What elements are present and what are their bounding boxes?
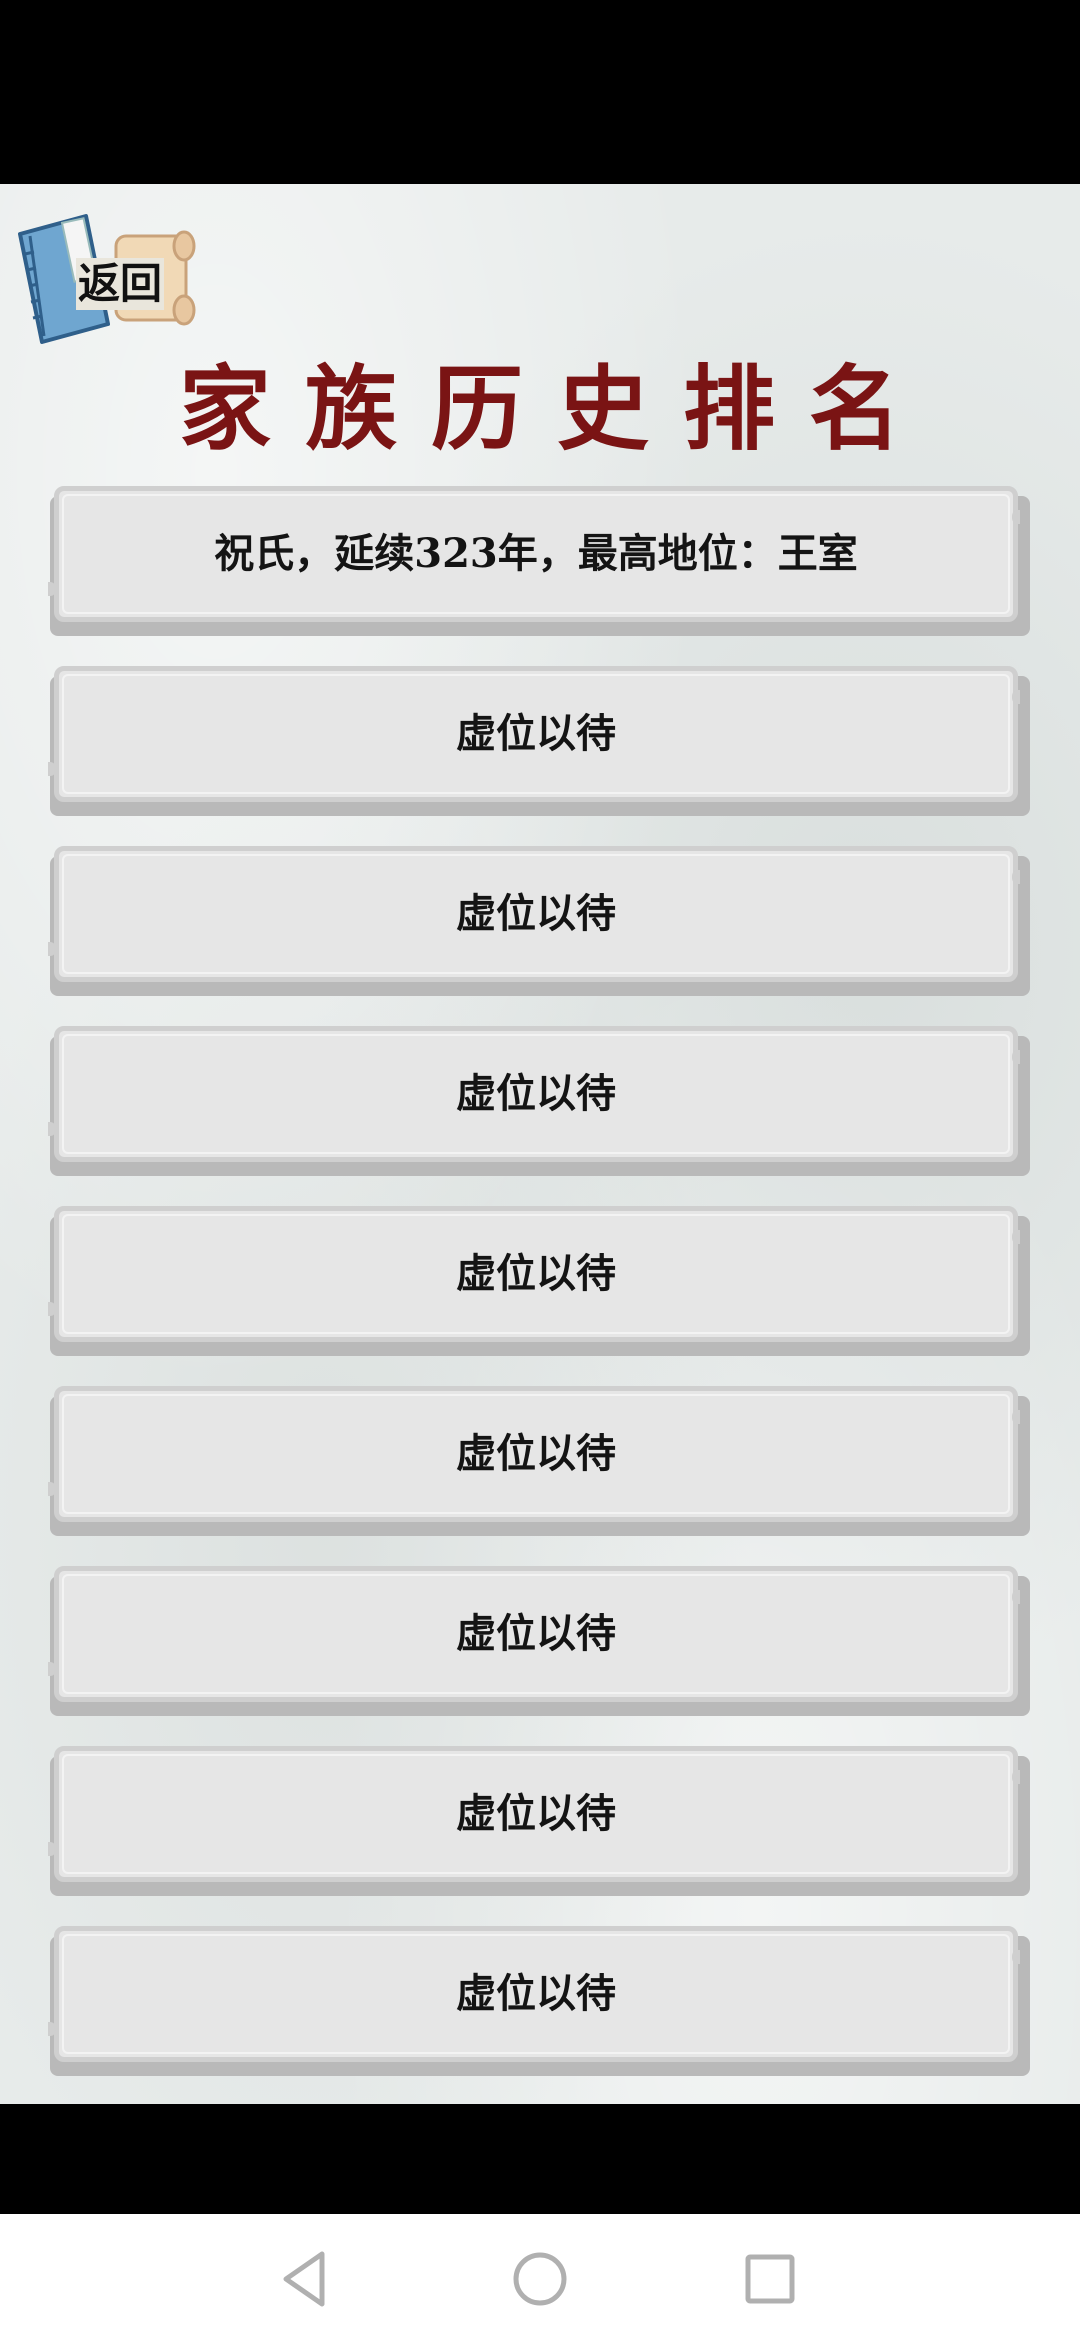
- ranking-row-text: 虚位以待: [456, 1970, 616, 2017]
- square-recent-icon: [745, 2254, 795, 2304]
- ranking-row-text: 虚位以待: [456, 710, 616, 757]
- ranking-row-text: 祝氏，延续323年，最高地位：王室: [214, 530, 858, 577]
- ranking-row-3[interactable]: 虚位以待: [48, 846, 1030, 996]
- ranking-row-text: 虚位以待: [456, 1790, 616, 1837]
- ranking-row-6[interactable]: 虚位以待: [48, 1386, 1030, 1536]
- back-label: 返回: [76, 258, 165, 310]
- bottom-black-band: [0, 2104, 1080, 2214]
- ranking-row-1[interactable]: 祝氏，延续323年，最高地位：王室: [48, 486, 1030, 636]
- system-nav-bar: [0, 2214, 1080, 2340]
- status-bar: [0, 0, 1080, 184]
- ranking-row-4[interactable]: 虚位以待: [48, 1026, 1030, 1176]
- back-button[interactable]: 返回: [16, 206, 206, 346]
- ranking-row-text: 虚位以待: [456, 1430, 616, 1477]
- nav-back-button[interactable]: [272, 2244, 342, 2314]
- ranking-row-text: 虚位以待: [456, 1250, 616, 1297]
- ranking-row-text: 虚位以待: [456, 1070, 616, 1117]
- ranking-row-8[interactable]: 虚位以待: [48, 1746, 1030, 1896]
- page-title: 家族历史排名: [178, 355, 935, 463]
- ranking-row-text: 虚位以待: [456, 890, 616, 937]
- ranking-list: 祝氏，延续323年，最高地位：王室 虚位以待 虚位以待 虚位以待 虚位以待 虚位…: [48, 486, 1030, 2104]
- nav-recent-button[interactable]: [735, 2244, 805, 2314]
- ranking-row-7[interactable]: 虚位以待: [48, 1566, 1030, 1716]
- nav-home-button[interactable]: [505, 2244, 575, 2314]
- ranking-row-2[interactable]: 虚位以待: [48, 666, 1030, 816]
- triangle-back-icon: [283, 2251, 325, 2307]
- ranking-row-5[interactable]: 虚位以待: [48, 1206, 1030, 1356]
- circle-home-icon: [513, 2252, 567, 2306]
- ranking-row-9[interactable]: 虚位以待: [48, 1926, 1030, 2076]
- app-area: 返回 家族历史排名 祝氏，延续323年，最高地位：王室 虚位以待 虚位以待 虚位…: [0, 184, 1080, 2104]
- ranking-row-text: 虚位以待: [456, 1610, 616, 1657]
